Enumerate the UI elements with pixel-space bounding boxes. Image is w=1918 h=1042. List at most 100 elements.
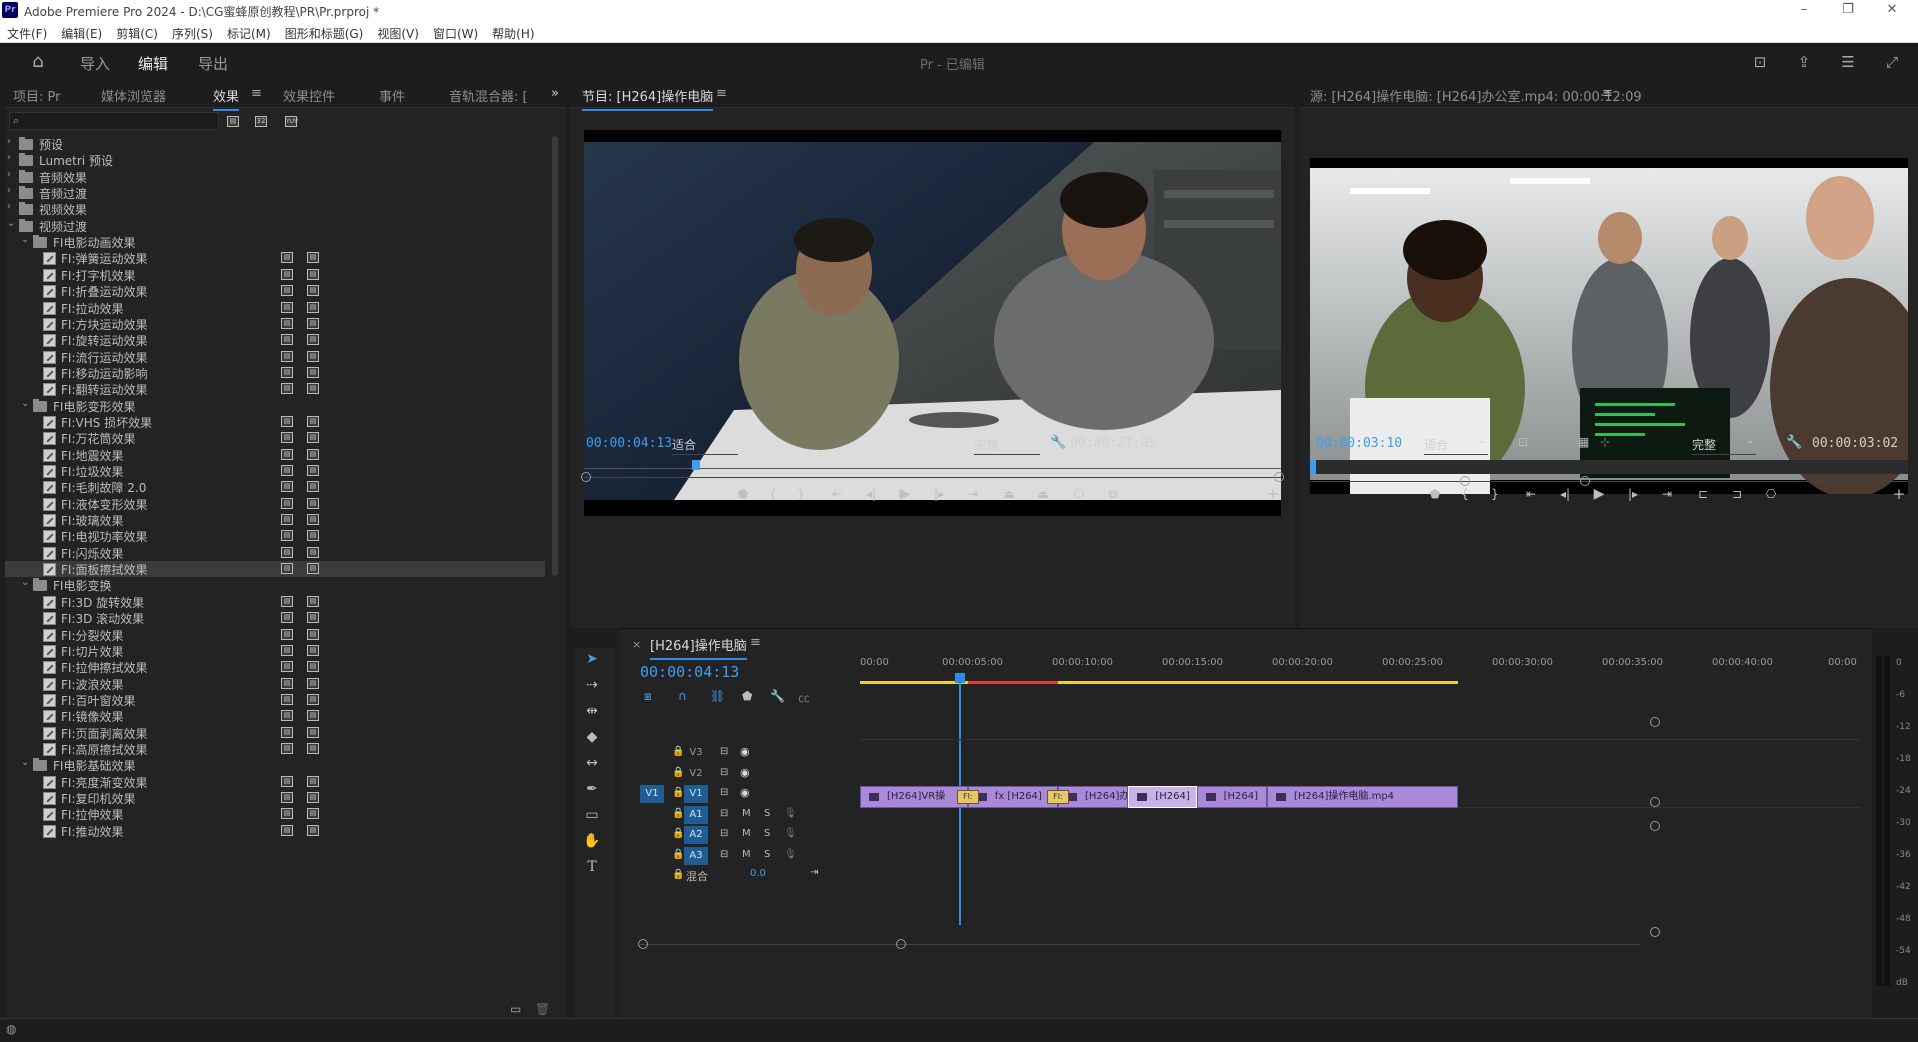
- tree-effect-item[interactable]: ▤ ▤ FI:闪烁效果: [5, 545, 545, 561]
- button-editor-icon[interactable]: +: [1260, 484, 1286, 504]
- tree-effect-item[interactable]: ▤ ▤ FI:电视功率效果: [5, 528, 545, 544]
- program-monitor-title[interactable]: 节目: [H264]操作电脑: [582, 86, 714, 111]
- go-to-out-icon[interactable]: ⇥: [1654, 484, 1680, 504]
- tree-effect-item[interactable]: ▤ ▤ FI:拉动效果: [5, 300, 545, 316]
- lock-icon[interactable]: 🔒: [672, 849, 684, 860]
- mute-button[interactable]: M: [742, 808, 751, 819]
- tree-effect-item[interactable]: ▤ ▤ FI:液体变形效果: [5, 496, 545, 512]
- tree-effect-item[interactable]: ▤ ▤ FI:流行运动效果: [5, 349, 545, 365]
- program-fit-select[interactable]: 适合 ⌄: [672, 436, 738, 455]
- lock-icon[interactable]: 🔒: [672, 746, 684, 757]
- captions-icon[interactable]: ㏄: [798, 689, 810, 706]
- tree-effect-item[interactable]: ▤ ▤ FI:毛刺故障 2.0: [5, 479, 545, 495]
- tab-edit[interactable]: 编辑: [138, 53, 169, 83]
- source-playhead[interactable]: [1310, 460, 1316, 474]
- work-area-bar[interactable]: [860, 681, 1850, 685]
- tab-export[interactable]: 导出: [198, 53, 228, 74]
- program-quality-select[interactable]: 完整 ⌄: [974, 436, 1040, 455]
- yuv-filter-icon[interactable]: YUV: [285, 116, 298, 127]
- timeline-zoom-scrollbar[interactable]: [638, 939, 1640, 951]
- solo-button[interactable]: S: [764, 828, 770, 839]
- timeline-clip[interactable]: [H264]操作电脑.mp4: [1267, 786, 1459, 808]
- menu-view[interactable]: 视图(V): [370, 22, 426, 42]
- timeline-settings-icon[interactable]: 🔧: [770, 689, 785, 703]
- drag-audio-icon[interactable]: ⊹: [1600, 435, 1610, 449]
- tree-effect-item[interactable]: ▤ ▤ FI:玻璃效果: [5, 512, 545, 528]
- tree-effect-item[interactable]: ▤ ▤ FI:拉伸效果: [5, 806, 545, 822]
- tree-effect-item[interactable]: ▤ ▤ FI:地震效果: [5, 447, 545, 463]
- menu-window[interactable]: 窗口(W): [426, 22, 485, 42]
- extract-icon[interactable]: ⏏: [1030, 484, 1056, 504]
- sync-lock-icon[interactable]: ⊟: [720, 746, 728, 757]
- go-to-out-icon[interactable]: ⇥: [960, 484, 986, 504]
- tree-effect-item[interactable]: ▤ ▤ FI:打字机效果: [5, 267, 545, 283]
- new-bin-icon[interactable]: ▭: [510, 1002, 521, 1016]
- tree-effect-item[interactable]: ▤ ▤ FI:折叠运动效果: [5, 283, 545, 299]
- tree-effect-item[interactable]: ▤ ▤ FI:3D 旋转效果: [5, 594, 545, 610]
- tree-effect-item[interactable]: ▤ ▤ FI:分裂效果: [5, 627, 545, 643]
- transition-marker[interactable]: FI:: [1047, 790, 1069, 804]
- track-target-a2[interactable]: A2: [684, 826, 708, 844]
- mark-in-icon[interactable]: {: [1452, 484, 1478, 504]
- close-button[interactable]: ✕: [1870, 0, 1914, 22]
- program-video-frame[interactable]: [584, 130, 1281, 516]
- mute-button[interactable]: M: [742, 849, 751, 860]
- effects-scrollbar[interactable]: [552, 136, 558, 576]
- delete-icon[interactable]: 🗑: [535, 1002, 550, 1016]
- add-marker-icon[interactable]: ⬟: [730, 484, 756, 504]
- time-ruler[interactable]: 00:00 00:00:05:00 00:00:10:00 00:00:15:00 00…: [860, 657, 1857, 679]
- source-fit-select[interactable]: 适合 ⌄: [1424, 436, 1488, 455]
- chevron-right-icon[interactable]: ›: [7, 136, 11, 147]
- tree-effect-item[interactable]: ▤ ▤ FI:镜像效果: [5, 708, 545, 724]
- workspaces-menu-icon[interactable]: ☰: [1838, 52, 1858, 72]
- timeline-clip[interactable]: [H264]: [1196, 786, 1267, 808]
- tab-media-browser[interactable]: 媒体浏览器: [101, 86, 166, 105]
- close-sequence-icon[interactable]: ×: [632, 638, 641, 651]
- step-forward-icon[interactable]: |▸: [1620, 484, 1646, 504]
- tree-folder[interactable]: ⌄ FI电影变换: [5, 577, 545, 593]
- tree-effect-item[interactable]: ▤ ▤ FI:亮度渐变效果: [5, 774, 545, 790]
- tree-effect-item[interactable]: ▤ ▤ FI:复印机效果: [5, 790, 545, 806]
- step-forward-icon[interactable]: |▸: [926, 484, 952, 504]
- nest-icon[interactable]: ⧆: [644, 689, 652, 704]
- chevron-down-icon[interactable]: ⌄: [21, 757, 29, 768]
- settings-wrench-icon[interactable]: 🔧: [1786, 435, 1802, 450]
- go-to-in-icon[interactable]: ⇤: [824, 484, 850, 504]
- solo-button[interactable]: S: [764, 808, 770, 819]
- tab-import[interactable]: 导入: [80, 53, 110, 74]
- type-tool-icon[interactable]: T: [581, 856, 603, 878]
- export-frame-icon[interactable]: ⎔: [1758, 484, 1784, 504]
- razor-tool-icon[interactable]: ◆: [581, 726, 603, 748]
- eye-icon[interactable]: ◉: [740, 786, 750, 799]
- settings-wrench-icon[interactable]: 🔧: [1050, 435, 1066, 450]
- source-menu-icon[interactable]: ≡: [1602, 86, 1613, 101]
- rectangle-tool-icon[interactable]: ▭: [581, 804, 603, 826]
- panel-overflow-icon[interactable]: »: [551, 86, 559, 101]
- tree-effect-item[interactable]: ▤ ▤ FI:推动效果: [5, 823, 545, 839]
- timeline-clip[interactable]: fx [H264]: [967, 786, 1058, 808]
- sequence-tab[interactable]: [H264]操作电脑: [650, 635, 747, 660]
- 32bit-filter-icon[interactable]: 32: [255, 116, 267, 127]
- tree-effect-item[interactable]: ▤ ▤ FI:切片效果: [5, 643, 545, 659]
- sequence-menu-icon[interactable]: ≡: [750, 635, 761, 650]
- snap-icon[interactable]: ∩: [678, 689, 687, 703]
- track-target-a1[interactable]: A1: [684, 805, 708, 824]
- lift-icon[interactable]: ⏏: [996, 484, 1022, 504]
- timeline-clip[interactable]: [H264]: [1128, 786, 1197, 808]
- a-scroll-top-handle[interactable]: [1650, 821, 1660, 831]
- lock-icon[interactable]: 🔒: [672, 787, 684, 798]
- tab-effect-controls[interactable]: 效果控件: [283, 86, 335, 105]
- track-target-a3[interactable]: A3: [684, 846, 708, 865]
- chevron-right-icon[interactable]: ›: [7, 185, 11, 196]
- program-zoom-bar[interactable]: [581, 472, 1284, 484]
- v-scroll-mid-handle[interactable]: [1650, 797, 1660, 807]
- timeline-clip[interactable]: [H264]VR操: [860, 786, 968, 808]
- a-scroll-bottom-handle[interactable]: [1650, 927, 1660, 937]
- tree-folder[interactable]: › 音频效果: [5, 169, 545, 185]
- tree-folder[interactable]: ⌄ FI电影变形效果: [5, 398, 545, 414]
- ripple-edit-tool-icon[interactable]: ⇹: [581, 700, 603, 722]
- play-icon[interactable]: ▶: [1586, 484, 1612, 504]
- add-marker-icon[interactable]: ⬟: [1422, 484, 1448, 504]
- sync-lock-icon[interactable]: ⊟: [720, 828, 728, 839]
- overwrite-icon[interactable]: ⊐: [1724, 484, 1750, 504]
